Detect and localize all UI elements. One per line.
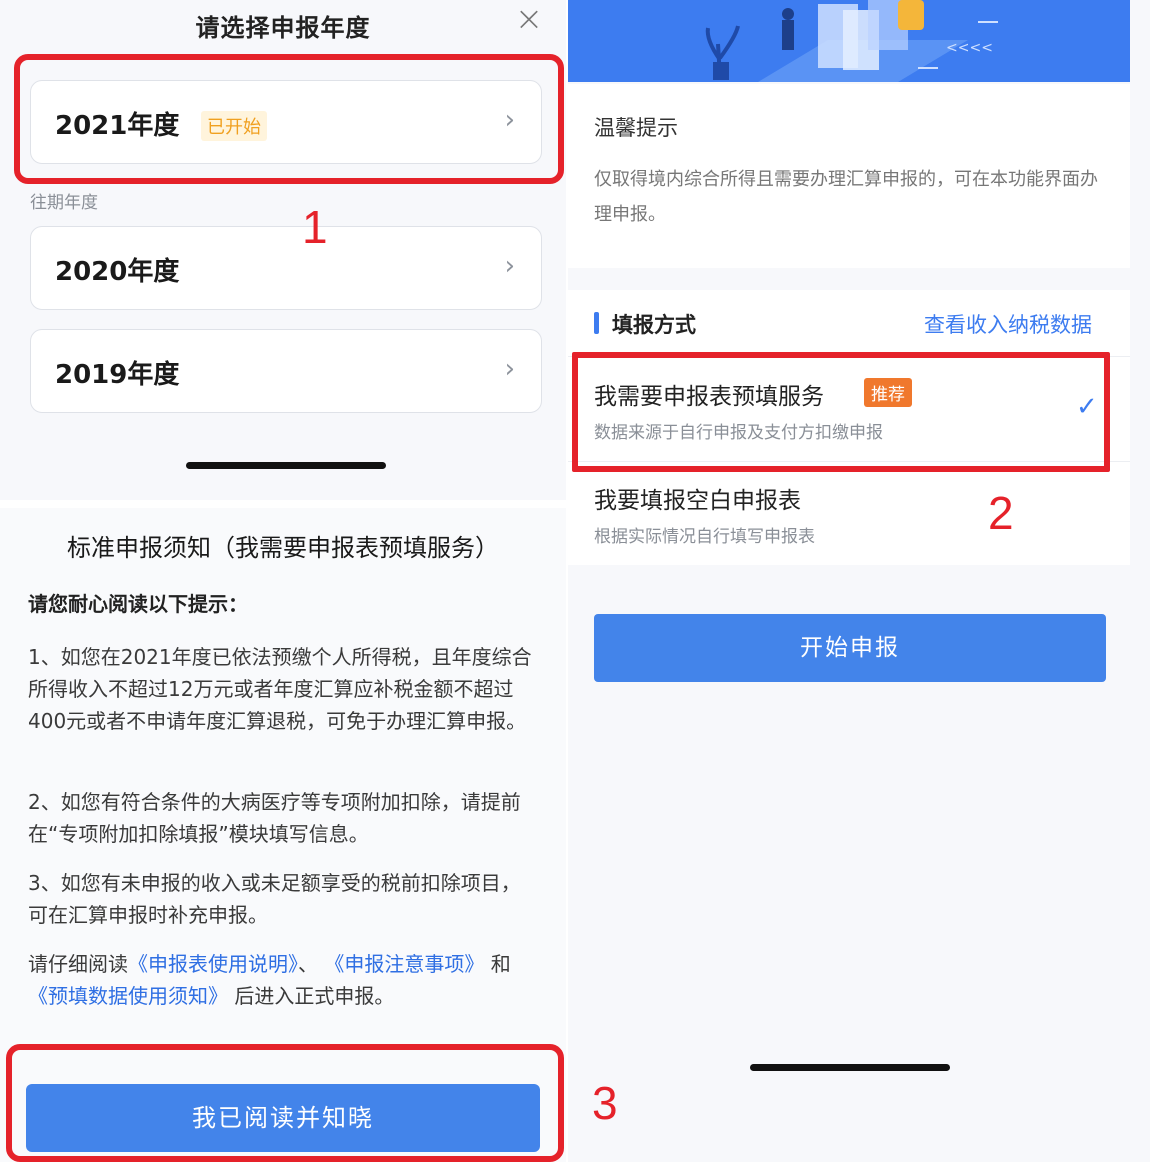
option-title: 我要填报空白申报表 <box>594 488 801 514</box>
notice-read-links: 请仔细阅读《申报表使用说明》、 《申报注意事项》 和 《预填数据使用须知》 后进… <box>28 948 540 1012</box>
year-item-2020[interactable]: 2020年度 › <box>30 226 542 310</box>
view-income-tax-data-link[interactable]: 查看收入纳税数据 <box>924 309 1092 339</box>
notice-title: 标准申报须知（我需要申报表预填服务） <box>67 534 499 562</box>
link-separator: 、 <box>298 952 318 976</box>
banner-illustration: <<<< <box>568 0 1130 82</box>
filing-method-title: 填报方式 <box>612 313 696 337</box>
sheet-title: 请选择申报年度 <box>195 14 371 42</box>
home-indicator <box>750 1064 950 1071</box>
notes-link[interactable]: 《申报注意事项》 <box>324 952 484 976</box>
annotation-step-1: 1 <box>302 201 328 253</box>
close-icon[interactable]: × <box>514 2 544 36</box>
prefill-notice-link[interactable]: 《预填数据使用须知》 <box>28 984 228 1008</box>
section-marker <box>594 312 599 334</box>
start-filing-button[interactable]: 开始申报 <box>594 614 1106 682</box>
usage-guide-link[interactable]: 《申报表使用说明》 <box>128 952 298 976</box>
read-suffix: 后进入正式申报。 <box>234 984 395 1008</box>
chevron-right-icon: › <box>504 354 515 384</box>
read-prefix: 请仔细阅读 <box>28 952 128 976</box>
notice-item-1: 1、如您在2021年度已依法预缴个人所得税，且年度综合所得收入不超过12万元或者… <box>28 645 532 733</box>
year-item-2019[interactable]: 2019年度 › <box>30 329 542 413</box>
tips-title: 温馨提示 <box>594 116 678 140</box>
notice-subtitle: 请您耐心阅读以下提示： <box>28 592 248 616</box>
year-label: 2019年度 <box>55 360 180 390</box>
past-years-label: 往期年度 <box>30 193 98 213</box>
home-indicator <box>186 462 386 469</box>
notice-item-2: 2、如您有符合条件的大病医疗等专项附加扣除，请提前在“专项附加扣除填报”模块填写… <box>28 790 521 846</box>
annotation-step-2: 2 <box>988 487 1014 539</box>
annotation-box-3 <box>6 1044 564 1162</box>
svg-text:<<<<: <<<< <box>946 40 993 56</box>
tips-text: 仅取得境内综合所得且需要办理汇算申报的，可在本功能界面办理申报。 <box>594 169 1098 225</box>
annotation-box-1 <box>14 54 564 184</box>
link-separator: 和 <box>490 952 511 976</box>
year-label: 2020年度 <box>55 257 180 287</box>
notice-item-3: 3、如您有未申报的收入或未足额享受的税前扣除项目，可在汇算申报时补充申报。 <box>28 871 521 927</box>
annotation-box-2 <box>572 352 1110 472</box>
header-banner: <<<< <box>568 0 1130 82</box>
chevron-right-icon: › <box>504 251 515 281</box>
annotation-step-3: 3 <box>592 1077 618 1129</box>
option-desc: 根据实际情况自行填写申报表 <box>594 527 815 547</box>
